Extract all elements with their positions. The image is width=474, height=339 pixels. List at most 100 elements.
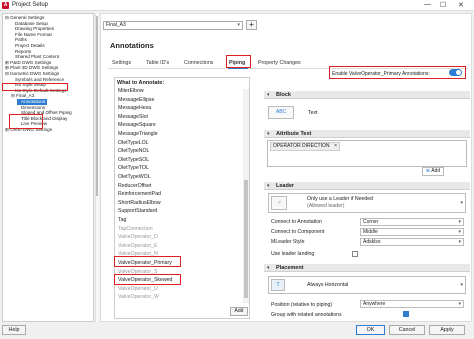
attribute-add-button[interactable]: ⊕ Add bbox=[422, 167, 444, 176]
list-item[interactable]: TapConnection bbox=[118, 226, 153, 233]
tab-table-ids[interactable]: Table ID's bbox=[146, 60, 169, 66]
tab-connections[interactable]: Connections bbox=[184, 60, 213, 66]
leader-row-select[interactable]: Adsklso ▾ bbox=[360, 238, 464, 246]
iso-style-select[interactable]: Final_A3 ▾ bbox=[103, 21, 243, 30]
attribute-text-title: Attribute Text bbox=[276, 131, 312, 137]
list-item[interactable]: MessageTriangle bbox=[118, 131, 158, 138]
list-item[interactable]: ReducerOffset bbox=[118, 183, 151, 190]
list-item[interactable]: MessageHexa bbox=[118, 105, 151, 112]
add-annotation-button[interactable]: Add bbox=[230, 307, 248, 316]
block-section-header[interactable]: ▾ Block bbox=[264, 91, 470, 99]
ok-button[interactable]: OK bbox=[356, 325, 385, 335]
leader-row-label: Connect to Component bbox=[271, 229, 325, 235]
chevron-down-icon: ▾ bbox=[460, 282, 463, 288]
highlight-valveoperator-primary bbox=[114, 256, 181, 267]
position-select[interactable]: Anywhere ▾ bbox=[360, 300, 464, 308]
leader-row-select[interactable]: Corner ▾ bbox=[360, 218, 464, 226]
attribute-chip-label: OPERATOR DIRECTION bbox=[273, 143, 330, 149]
list-item[interactable]: ShortRadiusElbow bbox=[118, 200, 161, 207]
window-title: Project Setup bbox=[12, 2, 49, 8]
chevron-down-icon: ▾ bbox=[267, 92, 270, 98]
placement-section-title: Placement bbox=[276, 265, 304, 271]
list-item[interactable]: Tag bbox=[118, 217, 126, 224]
tab-settings[interactable]: Settings bbox=[112, 60, 131, 66]
leader-row-label: MLeader Style bbox=[271, 239, 305, 245]
chevron-down-icon: ▾ bbox=[267, 265, 270, 271]
list-item[interactable]: MessageSlot bbox=[118, 114, 148, 121]
list-item[interactable]: OletTypeTOL bbox=[118, 165, 149, 172]
help-button[interactable]: Help bbox=[2, 325, 26, 335]
highlight-annotations-node bbox=[9, 114, 43, 129]
what-to-annotate-header: What to Annotate: bbox=[117, 80, 165, 86]
tree-scrollbar-thumb[interactable] bbox=[96, 16, 98, 196]
app-logo-icon: A bbox=[2, 2, 9, 9]
use-leader-landing-checkbox[interactable] bbox=[352, 251, 358, 257]
chevron-down-icon: ▾ bbox=[458, 229, 461, 235]
use-leader-landing-label: Use leader landing bbox=[271, 251, 315, 257]
chevron-down-icon: ▾ bbox=[458, 219, 461, 225]
list-item[interactable]: SupportStandard bbox=[118, 208, 157, 215]
leader-icon: ↗ bbox=[271, 196, 287, 210]
apply-button[interactable]: Apply bbox=[429, 325, 465, 335]
leader-row-select[interactable]: Middle ▾ bbox=[360, 228, 464, 236]
plus-icon: ⊕ bbox=[425, 168, 431, 174]
list-item[interactable]: ReinforcementPad bbox=[118, 191, 161, 198]
chevron-down-icon: ▾ bbox=[237, 22, 240, 28]
list-item[interactable]: OletTypeLOL bbox=[118, 140, 149, 147]
leader-mode-select[interactable]: ↗ Only use a Leader if Needed (Allowed l… bbox=[268, 193, 466, 213]
tab-property-changes[interactable]: Property Changes bbox=[258, 60, 301, 66]
position-label: Position (relative to piping) bbox=[271, 302, 333, 308]
list-item[interactable]: MiterElbow bbox=[118, 88, 144, 95]
chevron-down-icon: ▾ bbox=[458, 239, 461, 245]
highlight-valveoperator-skewed bbox=[114, 274, 181, 285]
maximize-button[interactable]: ☐ bbox=[440, 1, 446, 9]
page-title: Annotations bbox=[110, 41, 154, 50]
chevron-down-icon: ▾ bbox=[267, 183, 270, 189]
list-item[interactable]: ValveOperator_D bbox=[118, 234, 158, 241]
horizontal-text-icon: T bbox=[271, 279, 285, 291]
cancel-button[interactable]: Cancel bbox=[389, 325, 425, 335]
placement-section-header[interactable]: ▾ Placement bbox=[264, 264, 470, 272]
chevron-down-icon: ▾ bbox=[458, 301, 461, 307]
leader-section-title: Leader bbox=[276, 183, 295, 189]
leader-mode-sublabel: (Allowed leader) bbox=[307, 203, 345, 209]
leader-row-value: Middle bbox=[363, 229, 378, 235]
minimize-button[interactable]: — bbox=[424, 1, 431, 8]
leader-row-label: Connect to Annotation bbox=[271, 219, 323, 225]
attribute-add-label: Add bbox=[431, 168, 441, 174]
chip-close-icon[interactable]: × bbox=[334, 143, 337, 150]
iso-style-value: Final_A3 bbox=[106, 22, 126, 28]
list-item[interactable]: ValveOperator_U bbox=[118, 286, 158, 293]
annotation-list-scrollbar-thumb[interactable] bbox=[244, 180, 248, 298]
title-bar: A Project Setup — ☐ ✕ bbox=[0, 0, 474, 11]
highlight-piping-tab bbox=[226, 55, 251, 68]
leader-mode-label: Only use a Leader if Needed bbox=[307, 196, 374, 202]
leader-row-value: Adsklso bbox=[363, 239, 381, 245]
placement-mode-label: Always Horizontal bbox=[307, 282, 349, 288]
block-section-title: Block bbox=[276, 92, 291, 98]
block-value[interactable]: Text bbox=[308, 110, 318, 116]
attribute-text-section-header[interactable]: ▾ Attribute Text bbox=[264, 130, 470, 138]
block-text-icon: ABC bbox=[268, 106, 294, 119]
settings-tree: ⊟ General Settings Database Setup Drawing … bbox=[2, 13, 94, 322]
leader-section-header[interactable]: ▾ Leader bbox=[264, 182, 470, 190]
highlight-enable-toggle bbox=[329, 66, 466, 79]
chevron-down-icon: ▾ bbox=[267, 131, 270, 137]
group-annotations-label: Group with related annotations bbox=[271, 312, 342, 318]
list-item[interactable]: OletTypeWOL bbox=[118, 174, 151, 181]
chevron-down-icon: ▾ bbox=[460, 200, 463, 206]
list-item[interactable]: ValveOperator_E bbox=[118, 243, 157, 250]
list-item[interactable]: MessageEllipse bbox=[118, 97, 154, 104]
list-item[interactable]: ValveOperator_W bbox=[118, 294, 159, 301]
highlight-isometric-settings bbox=[2, 83, 68, 91]
add-style-button[interactable]: + bbox=[246, 20, 257, 30]
attribute-chip[interactable]: OPERATOR DIRECTION × bbox=[270, 142, 340, 151]
list-item[interactable]: OletTypeSOL bbox=[118, 157, 149, 164]
list-item[interactable]: OletTypeNOL bbox=[118, 148, 149, 155]
list-item[interactable]: MessageSquare bbox=[118, 122, 156, 129]
close-button[interactable]: ✕ bbox=[458, 1, 464, 9]
leader-row-value: Corner bbox=[363, 219, 379, 225]
group-annotations-checkbox[interactable] bbox=[403, 311, 409, 317]
placement-mode-select[interactable]: T Always Horizontal ▾ bbox=[268, 276, 466, 294]
position-value: Anywhere bbox=[363, 301, 386, 307]
